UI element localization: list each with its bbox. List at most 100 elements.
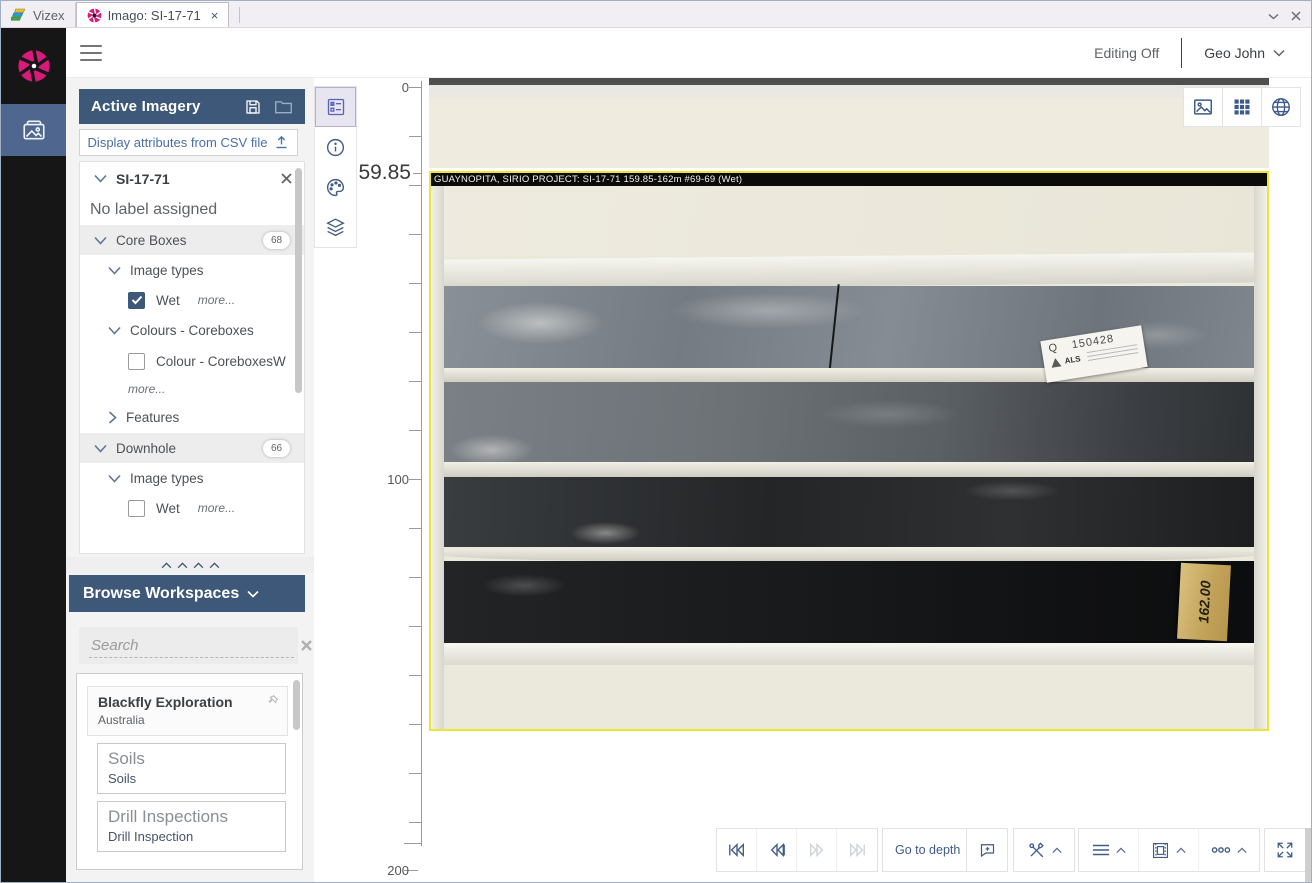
first-image-button[interactable] [717,829,757,871]
chevron-down-icon[interactable] [108,326,121,335]
tree-wet-row: Wet more... [80,285,304,315]
comment-group [966,828,1008,872]
core-row-divider [437,462,1261,477]
more-options-button[interactable] [1199,829,1259,871]
depth-ruler-ticks [409,87,421,837]
next-image-button[interactable] [797,829,837,871]
colours-more-link[interactable]: more... [128,382,165,396]
tree-image-types2-row[interactable]: Image types [80,463,304,493]
panel-collapse-handle[interactable] [66,557,314,573]
project-card-soils[interactable]: Soils Soils [97,743,286,794]
tree-colours-row[interactable]: Colours - Coreboxes [80,315,304,345]
display-csv-button[interactable]: Display attributes from CSV file [79,129,298,156]
tree-root-row[interactable]: SI-17-71 [80,162,304,195]
tree-scrollbar[interactable] [295,168,302,393]
add-comment-button[interactable] [967,829,1007,871]
core-boxes-label: Core Boxes [116,233,187,248]
project-subtitle: Drill Inspection [108,829,275,844]
chevron-down-icon[interactable] [94,174,107,183]
map-view-button[interactable] [1261,87,1301,127]
attributes-checklist-button[interactable] [315,87,356,127]
wet2-more-link[interactable]: more... [198,501,235,515]
navigation-button-group [716,828,878,872]
chevron-up-icon [193,562,204,569]
imago-app-logo[interactable] [1,28,66,104]
filmstrip-icon [1151,842,1170,859]
previous-icon [768,843,786,857]
tree-root-label: SI-17-71 [116,171,170,187]
user-menu[interactable]: Geo John [1204,45,1285,61]
workspace-search-input[interactable] [89,634,294,658]
project-card-drill-inspections[interactable]: Drill Inspections Drill Inspection [97,801,286,852]
pin-icon[interactable] [266,694,279,707]
ruler-label-0: 0 [381,80,409,95]
layers-button[interactable] [315,207,356,247]
workspace-scrollbar[interactable] [293,680,300,730]
go-to-depth-button[interactable]: Go to depth [883,829,972,871]
hamburger-menu-icon[interactable] [80,45,102,61]
colour-checkbox-unchecked[interactable] [128,353,145,370]
no-label-text: No label assigned [80,195,304,225]
tab-bar: Vizex Imago: SI-17-71 × [1,1,1311,28]
save-icon[interactable] [244,98,262,116]
active-imagery-title: Active Imagery [91,98,201,115]
browse-workspaces-header[interactable]: Browse Workspaces [69,575,305,612]
wet-checkbox-checked[interactable] [128,292,145,309]
core-tray-top-area [431,186,1267,256]
chevron-down-icon[interactable] [94,236,107,245]
depth-marker-block: 162.00 [1177,563,1231,642]
workspace-org-name: Blackfly Exploration [98,694,277,710]
workspace-org-card[interactable]: Blackfly Exploration Australia [87,686,288,736]
tools-button[interactable] [1014,829,1074,871]
close-icon[interactable] [281,173,292,184]
tree-image-types-row[interactable]: Image types [80,255,304,285]
window-close-icon[interactable] [1291,11,1301,21]
imagery-stack-icon [21,117,47,143]
chevron-right-icon[interactable] [108,411,117,424]
window-menu-icon[interactable] [1268,13,1279,20]
image-types2-label: Image types [130,471,204,486]
list-options-button[interactable] [1079,829,1139,871]
tree-colour-item-row: Colour - CoreboxesW [80,345,304,377]
globe-icon [1270,96,1292,118]
image-icon [1192,96,1214,118]
chevron-down-icon[interactable] [108,474,121,483]
top-app-bar: Editing Off Geo John [66,28,1311,78]
wet2-checkbox-unchecked[interactable] [128,500,145,517]
rail-item-imagery[interactable] [1,104,66,156]
tree-core-boxes-row[interactable]: Core Boxes 68 [80,225,304,255]
checklist-icon [326,97,346,117]
chevron-up-icon [209,562,220,569]
chevron-down-icon[interactable] [108,266,121,275]
wet-more-link[interactable]: more... [198,293,235,307]
tab-imago[interactable]: Imago: SI-17-71 × [76,2,230,27]
editing-status[interactable]: Editing Off [1094,45,1159,61]
chevron-down-icon [1273,49,1285,57]
grid-view-button[interactable] [1222,87,1262,127]
tab-imago-label: Imago: SI-17-71 [108,8,201,23]
colours-more-row: more... [80,377,304,401]
ruler-label-current-depth: 59.85 [345,161,411,185]
csv-button-label: Display attributes from CSV file [88,135,268,150]
folder-icon[interactable] [274,98,293,115]
previous-core-image-partial[interactable] [429,78,1269,168]
image-caption-bar: GUAYNOPITA, SIRIO PROJECT: SI-17-71 159.… [431,173,1267,186]
filmstrip-button[interactable] [1139,829,1199,871]
fullscreen-button[interactable] [1265,829,1305,871]
topbar-right: Editing Off Geo John [1094,38,1311,68]
single-image-view-button[interactable] [1183,87,1223,127]
core-box-image-selected[interactable]: 162.00 Q 150428 ALS GUAYNOPITA, SIRIO PR… [429,171,1269,731]
core-row-2 [443,382,1255,462]
last-image-button[interactable] [837,829,877,871]
bottom-right-scrollbar[interactable] [1305,828,1311,883]
tree-downhole-row[interactable]: Downhole 66 [80,433,304,463]
search-clear-icon[interactable] [300,639,313,652]
chevron-down-icon[interactable] [94,444,107,453]
previous-image-button[interactable] [757,829,797,871]
tab-close-icon[interactable]: × [211,8,219,23]
chevron-up-icon [1116,847,1126,854]
tab-vizex[interactable]: Vizex [1,3,76,27]
core-boxes-count-badge: 68 [263,232,290,249]
browse-workspaces-title: Browse Workspaces [83,585,239,603]
tree-features-row[interactable]: Features [80,401,304,433]
